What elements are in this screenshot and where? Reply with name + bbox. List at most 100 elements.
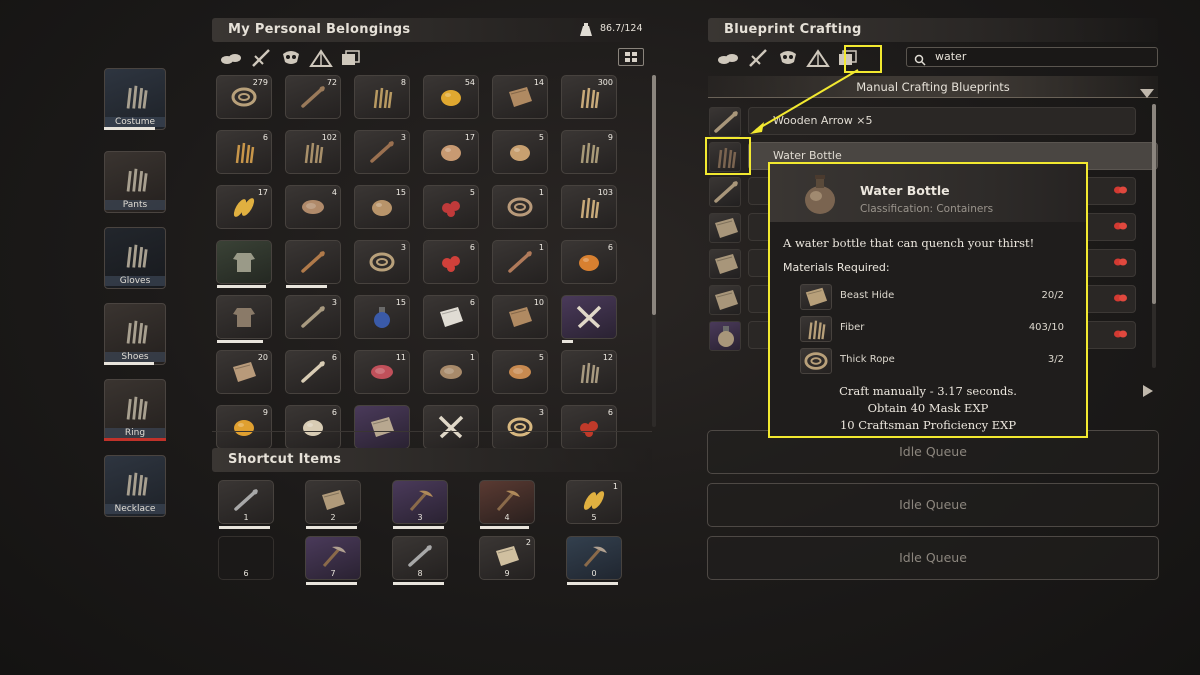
inventory-slot[interactable]: 15 [354, 185, 410, 229]
inventory-slot[interactable]: 300 [561, 75, 617, 119]
inventory-slot[interactable]: 5 [423, 185, 479, 229]
inventory-slot[interactable]: 1 [423, 350, 479, 394]
shortcut-slot-5[interactable]: 51 [566, 480, 622, 524]
inventory-slot[interactable]: 12 [561, 350, 617, 394]
shortcut-key: 2 [330, 513, 336, 522]
inventory-slot[interactable]: 3 [354, 130, 410, 174]
equip-slot-pants[interactable]: Pants [104, 151, 166, 213]
shortcut-slot-2[interactable]: 2 [305, 480, 361, 529]
potion-icon [367, 304, 397, 330]
weapons-icon[interactable] [249, 48, 273, 68]
inventory-slot[interactable]: 9 [216, 405, 272, 449]
equip-slot-ring[interactable]: Ring [104, 379, 166, 441]
inventory-slot[interactable] [285, 240, 341, 288]
shortcut-slot-1[interactable]: 1 [218, 480, 274, 529]
shortcut-slot-6[interactable]: 6 [218, 536, 274, 580]
item-durability-bar [480, 526, 529, 529]
chevron-down-icon[interactable] [1140, 83, 1154, 98]
equip-durability-bar [104, 362, 154, 365]
section-title: Manual Crafting Blueprints [856, 80, 1010, 94]
material-count: 20/2 [1041, 290, 1064, 301]
resources-icon[interactable] [716, 48, 740, 68]
inventory-slot[interactable] [216, 295, 272, 343]
inventory-slot[interactable] [354, 405, 410, 449]
idle-queue-slot[interactable]: Idle Queue [707, 536, 1159, 580]
scroll-icon[interactable] [709, 285, 741, 315]
inventory-slot[interactable]: 102 [285, 130, 341, 174]
camp-icon[interactable] [806, 48, 830, 68]
grass-bundle-icon [367, 84, 397, 110]
inventory-scroll-thumb[interactable] [652, 75, 656, 315]
item-quantity: 20 [257, 353, 268, 362]
inventory-slot[interactable]: 5 [492, 350, 548, 394]
potion-icon[interactable] [709, 321, 741, 351]
weapons-icon[interactable] [746, 48, 770, 68]
tooltip-mask-exp: Obtain 40 Mask EXP [867, 401, 989, 415]
queue-label: Idle Queue [899, 444, 967, 459]
grid-layout-icon[interactable] [618, 48, 644, 66]
inventory-slot[interactable]: 14 [492, 75, 548, 119]
inventory-slot[interactable]: 1 [492, 240, 548, 284]
arrow-icon[interactable] [709, 177, 741, 207]
inventory-slot[interactable]: 10 [492, 295, 548, 339]
shortcut-slot-0[interactable]: 0 [566, 536, 622, 585]
inventory-slot[interactable] [216, 240, 272, 288]
inventory-slot[interactable]: 3 [354, 240, 410, 284]
idle-queue-slot[interactable]: Idle Queue [707, 483, 1159, 527]
shortcut-slot-7[interactable]: 7 [305, 536, 361, 585]
inventory-slot[interactable]: 5 [492, 130, 548, 174]
item-quantity: 11 [395, 353, 406, 362]
shortcut-title: Shortcut Items [228, 452, 342, 467]
inventory-slot[interactable] [423, 405, 479, 449]
inventory-slot[interactable] [561, 295, 617, 343]
equip-durability-bar [104, 438, 166, 441]
inventory-slot[interactable]: 15 [354, 295, 410, 339]
item-quantity: 9 [262, 408, 268, 417]
blueprint-search-input[interactable]: water [906, 47, 1158, 67]
equip-slot-costume[interactable]: Costume [104, 68, 166, 130]
equip-slot-necklace[interactable]: Necklace [104, 455, 166, 517]
equip-slot-shoes[interactable]: Shoes [104, 303, 166, 365]
pickaxe-icon [492, 487, 522, 513]
inventory-slot[interactable]: 11 [354, 350, 410, 394]
inventory-slot[interactable]: 3 [492, 405, 548, 449]
inventory-slot[interactable]: 54 [423, 75, 479, 119]
inventory-slot[interactable]: 6 [216, 130, 272, 174]
inventory-slot[interactable]: 3 [285, 295, 341, 339]
armor-icon[interactable] [279, 48, 303, 68]
resources-icon[interactable] [219, 48, 243, 68]
chevron-right-icon[interactable] [1143, 382, 1153, 397]
inventory-slot[interactable]: 8 [354, 75, 410, 119]
shortcut-slot-4[interactable]: 4 [479, 480, 535, 529]
inventory-weight: 86.7/124 [600, 23, 643, 34]
armor-icon[interactable] [776, 48, 800, 68]
inventory-slot[interactable]: 6 [423, 295, 479, 339]
equip-slot-gloves[interactable]: Gloves [104, 227, 166, 289]
item-quantity: 1 [538, 188, 544, 197]
camp-icon[interactable] [309, 48, 333, 68]
inventory-slot[interactable]: 6 [423, 240, 479, 284]
inventory-slot[interactable]: 72 [285, 75, 341, 119]
inventory-slot[interactable]: 9 [561, 130, 617, 174]
arrow-icon[interactable] [709, 107, 741, 137]
inventory-slot[interactable]: 279 [216, 75, 272, 119]
scroll-icon[interactable] [709, 213, 741, 243]
callout-arrow [750, 69, 859, 134]
inventory-slot[interactable]: 103 [561, 185, 617, 229]
inventory-slot[interactable]: 1 [492, 185, 548, 229]
inventory-slot[interactable]: 6 [285, 405, 341, 449]
shortcut-slot-9[interactable]: 92 [479, 536, 535, 580]
all-items-icon[interactable] [339, 48, 363, 68]
inventory-slot[interactable]: 4 [285, 185, 341, 229]
inventory-slot[interactable]: 17 [216, 185, 272, 229]
scroll-icon[interactable] [709, 249, 741, 279]
inventory-slot[interactable]: 20 [216, 350, 272, 394]
inventory-slot[interactable]: 17 [423, 130, 479, 174]
inventory-slot[interactable]: 6 [285, 350, 341, 394]
inventory-slot[interactable]: 6 [561, 405, 617, 449]
shortcut-slot-8[interactable]: 8 [392, 536, 448, 585]
hide-icon [800, 284, 832, 310]
shortcut-slot-3[interactable]: 3 [392, 480, 448, 529]
blueprint-scroll-thumb[interactable] [1152, 104, 1156, 304]
inventory-slot[interactable]: 6 [561, 240, 617, 284]
